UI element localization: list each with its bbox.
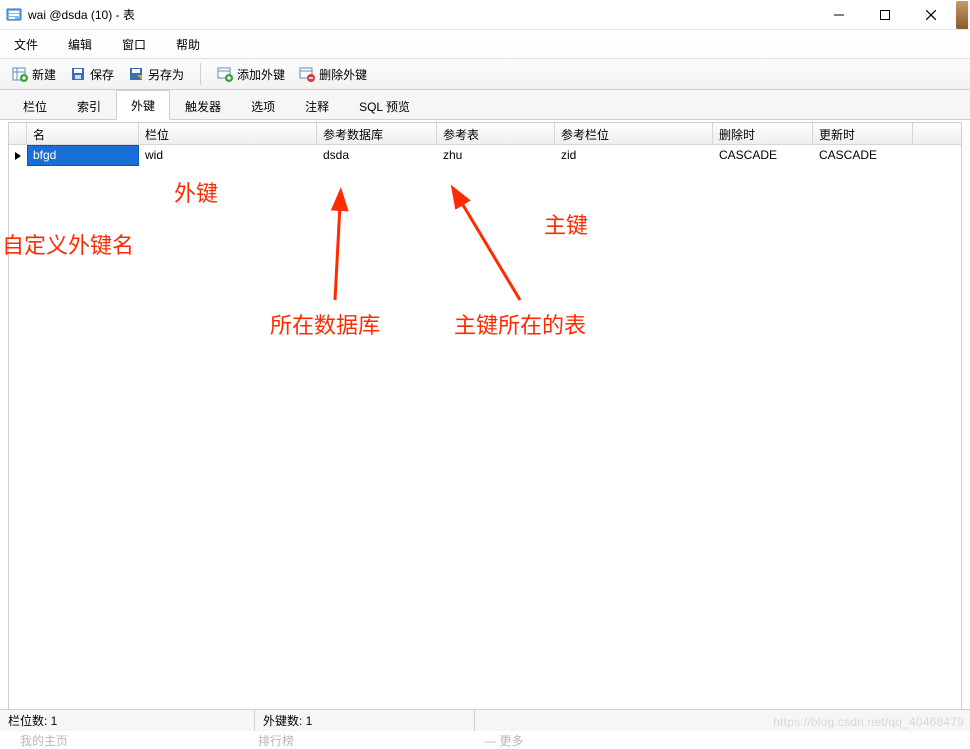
statusbar: 栏位数: 1 外键数: 1 [0,709,970,731]
status-fk-count: 外键数: 1 [255,710,475,731]
saveas-label: 另存为 [148,66,184,83]
new-label: 新建 [32,66,56,83]
tab-indexes[interactable]: 索引 [62,91,116,120]
add-fk-icon [217,66,233,82]
tab-foreign-keys[interactable]: 外键 [116,90,170,120]
tab-triggers[interactable]: 触发器 [170,91,236,120]
titlebar: wai @dsda (10) - 表 [0,0,970,30]
col-header-name[interactable]: 名 [27,123,139,144]
col-header-table[interactable]: 参考表 [437,123,555,144]
menubar: 文件 编辑 窗口 帮助 [0,30,970,58]
col-header-onupdate[interactable]: 更新时 [813,123,913,144]
maximize-button[interactable] [862,0,908,30]
new-button[interactable]: 新建 [8,64,60,85]
toolbar-separator [200,63,201,85]
col-header-reffield[interactable]: 参考栏位 [555,123,713,144]
row-marker [9,145,27,166]
tab-fields[interactable]: 栏位 [8,91,62,120]
grid-header-row: 名 栏位 参考数据库 参考表 参考栏位 删除时 更新时 [9,123,961,145]
save-label: 保存 [90,66,114,83]
delete-fk-button[interactable]: 删除外键 [295,64,371,85]
cell-table[interactable]: zhu [437,145,555,166]
table-icon [12,66,28,82]
tab-comment[interactable]: 注释 [290,91,344,120]
cell-db[interactable]: dsda [317,145,437,166]
tab-sql-preview[interactable]: SQL 预览 [344,91,425,120]
menu-edit[interactable]: 编辑 [62,32,98,57]
cell-reffield[interactable]: zid [555,145,713,166]
os-strip-left: 我的主页 [20,732,68,749]
delete-fk-label: 删除外键 [319,66,367,83]
add-fk-button[interactable]: 添加外键 [213,64,289,85]
add-fk-label: 添加外键 [237,66,285,83]
col-header-db[interactable]: 参考数据库 [317,123,437,144]
fk-grid[interactable]: 名 栏位 参考数据库 参考表 参考栏位 删除时 更新时 bfgd wid dsd… [8,122,962,722]
cell-onupdate[interactable]: CASCADE [813,145,913,166]
tab-options[interactable]: 选项 [236,91,290,120]
tabstrip: 栏位 索引 外键 触发器 选项 注释 SQL 预览 [0,90,970,120]
row-selector-header [9,123,27,144]
status-field-count: 栏位数: 1 [0,710,255,731]
os-taskbar-strip: 我的主页 排行榜 — 更多 [0,731,970,749]
col-header-field[interactable]: 栏位 [139,123,317,144]
app-icon [6,7,22,23]
menu-help[interactable]: 帮助 [170,32,206,57]
close-button[interactable] [908,0,954,30]
cell-name[interactable]: bfgd [27,145,139,166]
saveas-button[interactable]: 另存为 [124,64,188,85]
minimize-button[interactable] [816,0,862,30]
delete-fk-icon [299,66,315,82]
os-strip-mid: 排行榜 [258,732,294,749]
col-header-ondelete[interactable]: 删除时 [713,123,813,144]
table-row[interactable]: bfgd wid dsda zhu zid CASCADE CASCADE [9,145,961,167]
save-button[interactable]: 保存 [66,64,118,85]
menu-window[interactable]: 窗口 [116,32,152,57]
cell-ondelete[interactable]: CASCADE [713,145,813,166]
cell-field[interactable]: wid [139,145,317,166]
saveas-icon [128,66,144,82]
menu-file[interactable]: 文件 [8,32,44,57]
avatar [956,1,968,29]
toolbar: 新建 保存 另存为 添加外键 删除外键 [0,58,970,90]
window-title: wai @dsda (10) - 表 [28,6,135,23]
os-strip-right: — 更多 [484,732,523,749]
save-icon [70,66,86,82]
